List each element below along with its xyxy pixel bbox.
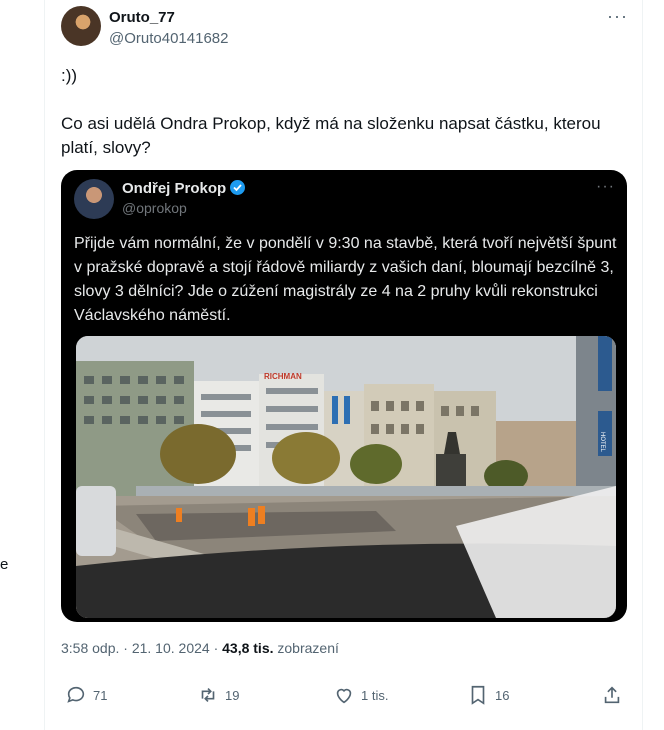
like-count: 1 tis. (361, 687, 389, 703)
tweet-text: Co asi udělá Ondra Prokop, když má na sl… (61, 114, 601, 157)
action-bar: 71 19 1 tis. 16 (61, 684, 627, 712)
repost-button[interactable]: 19 (197, 684, 239, 706)
more-options-icon[interactable]: ··· (607, 6, 628, 27)
quoted-more-options-icon[interactable]: ··· (596, 178, 615, 196)
share-icon (604, 686, 620, 704)
verified-badge-icon (230, 180, 246, 195)
svg-text:RICHMAN: RICHMAN (264, 372, 302, 381)
timeline-right-border (642, 0, 643, 730)
views-count: 43,8 tis. (222, 640, 274, 656)
reply-button[interactable]: 71 (65, 684, 107, 706)
share-button[interactable] (601, 684, 623, 706)
bookmark-count: 16 (495, 687, 510, 703)
like-button[interactable]: 1 tis. (333, 684, 388, 706)
svg-text:HOTEL: HOTEL (599, 432, 605, 453)
author-handle[interactable]: @Oruto40141682 (109, 30, 228, 47)
author-name[interactable]: Oruto_77 (109, 9, 175, 26)
bookmark-button[interactable]: 16 (467, 684, 509, 706)
quoted-photo[interactable]: RICHMAN HOTEL (76, 336, 616, 618)
street-construction-photo: RICHMAN HOTEL (76, 336, 616, 618)
quoted-avatar[interactable] (74, 179, 114, 219)
views-label: zobrazení (277, 640, 339, 656)
avatar[interactable] (61, 6, 101, 46)
quoted-author-name-text: Ondřej Prokop (122, 180, 227, 197)
sidebar-text-fragment: e (0, 556, 9, 573)
quoted-tweet[interactable]: Ondřej Prokop @oprokop ··· Přijde vám no… (61, 170, 627, 622)
quoted-author-handle[interactable]: @oprokop (122, 200, 187, 216)
heart-icon (336, 688, 352, 704)
tweet: Oruto_77 @Oruto40141682 ··· :)) Co asi u… (45, 0, 642, 730)
reply-icon (67, 686, 85, 703)
timestamp[interactable]: 3:58 odp. · 21. 10. 2024 · (61, 640, 218, 656)
tweet-text-line: :)) (61, 66, 78, 85)
repost-count: 19 (225, 687, 240, 703)
bookmark-icon (471, 685, 485, 705)
reply-count: 71 (93, 687, 108, 703)
tweet-meta: 3:58 odp. · 21. 10. 2024 · 43,8 tis. zob… (61, 640, 339, 656)
quoted-author-name[interactable]: Ondřej Prokop (122, 180, 246, 197)
repost-icon (201, 687, 215, 703)
quoted-tweet-text: Přijde vám normální, že v pondělí v 9:30… (74, 235, 617, 324)
